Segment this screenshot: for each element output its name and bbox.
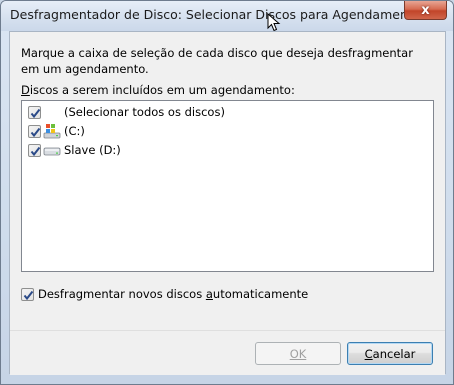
disk-list[interactable]: (Selecionar todos os discos) (C:) Slave … xyxy=(21,100,434,272)
close-icon: x xyxy=(421,2,430,18)
cancel-button[interactable]: Cancelar xyxy=(347,342,433,365)
dialog-window: Desfragmentador de Disco: Selecionar Dis… xyxy=(0,0,454,385)
list-item-drive-d[interactable]: Slave (D:) xyxy=(28,141,121,159)
hard-drive-icon xyxy=(43,147,61,156)
drive-d-label: Slave (D:) xyxy=(64,143,121,157)
checkmark-icon xyxy=(30,127,41,137)
mouse-cursor-icon xyxy=(267,13,281,32)
checkmark-icon xyxy=(23,290,34,300)
disk-list-label-accel: D xyxy=(21,83,30,97)
windows-drive-icon xyxy=(43,124,61,139)
window-title: Desfragmentador de Disco: Selecionar Dis… xyxy=(10,7,421,22)
checkmark-icon xyxy=(30,146,41,156)
list-item-select-all[interactable]: (Selecionar todos os discos) xyxy=(28,103,225,121)
drive-c-label: (C:) xyxy=(64,124,85,138)
ok-button[interactable]: OK xyxy=(255,342,341,365)
disk-list-label-rest: iscos a serem incluídos em um agendament… xyxy=(29,83,295,97)
close-button[interactable]: x xyxy=(404,1,447,20)
disk-list-label: Discos a serem incluídos em um agendamen… xyxy=(21,83,295,97)
dialog-body: Marque a caixa de seleção de cada disco … xyxy=(9,31,446,375)
drive-c-checkbox[interactable] xyxy=(28,124,41,138)
select-all-label: (Selecionar todos os discos) xyxy=(64,105,225,119)
cancel-button-label: Cancelar xyxy=(364,346,416,361)
auto-defrag-label: Desfragmentar novos discos automaticamen… xyxy=(38,287,309,301)
select-all-checkbox[interactable] xyxy=(28,105,41,119)
list-item-drive-c[interactable]: (C:) xyxy=(28,122,85,140)
auto-defrag-checkbox[interactable] xyxy=(21,287,34,301)
auto-defrag-option[interactable]: Desfragmentar novos discos automaticamen… xyxy=(21,287,308,301)
title-bar[interactable]: Desfragmentador de Disco: Selecionar Dis… xyxy=(1,1,453,31)
drive-d-checkbox[interactable] xyxy=(28,143,41,157)
instructions-text: Marque a caixa de seleção de cada disco … xyxy=(21,46,413,76)
checkmark-icon xyxy=(30,108,41,118)
